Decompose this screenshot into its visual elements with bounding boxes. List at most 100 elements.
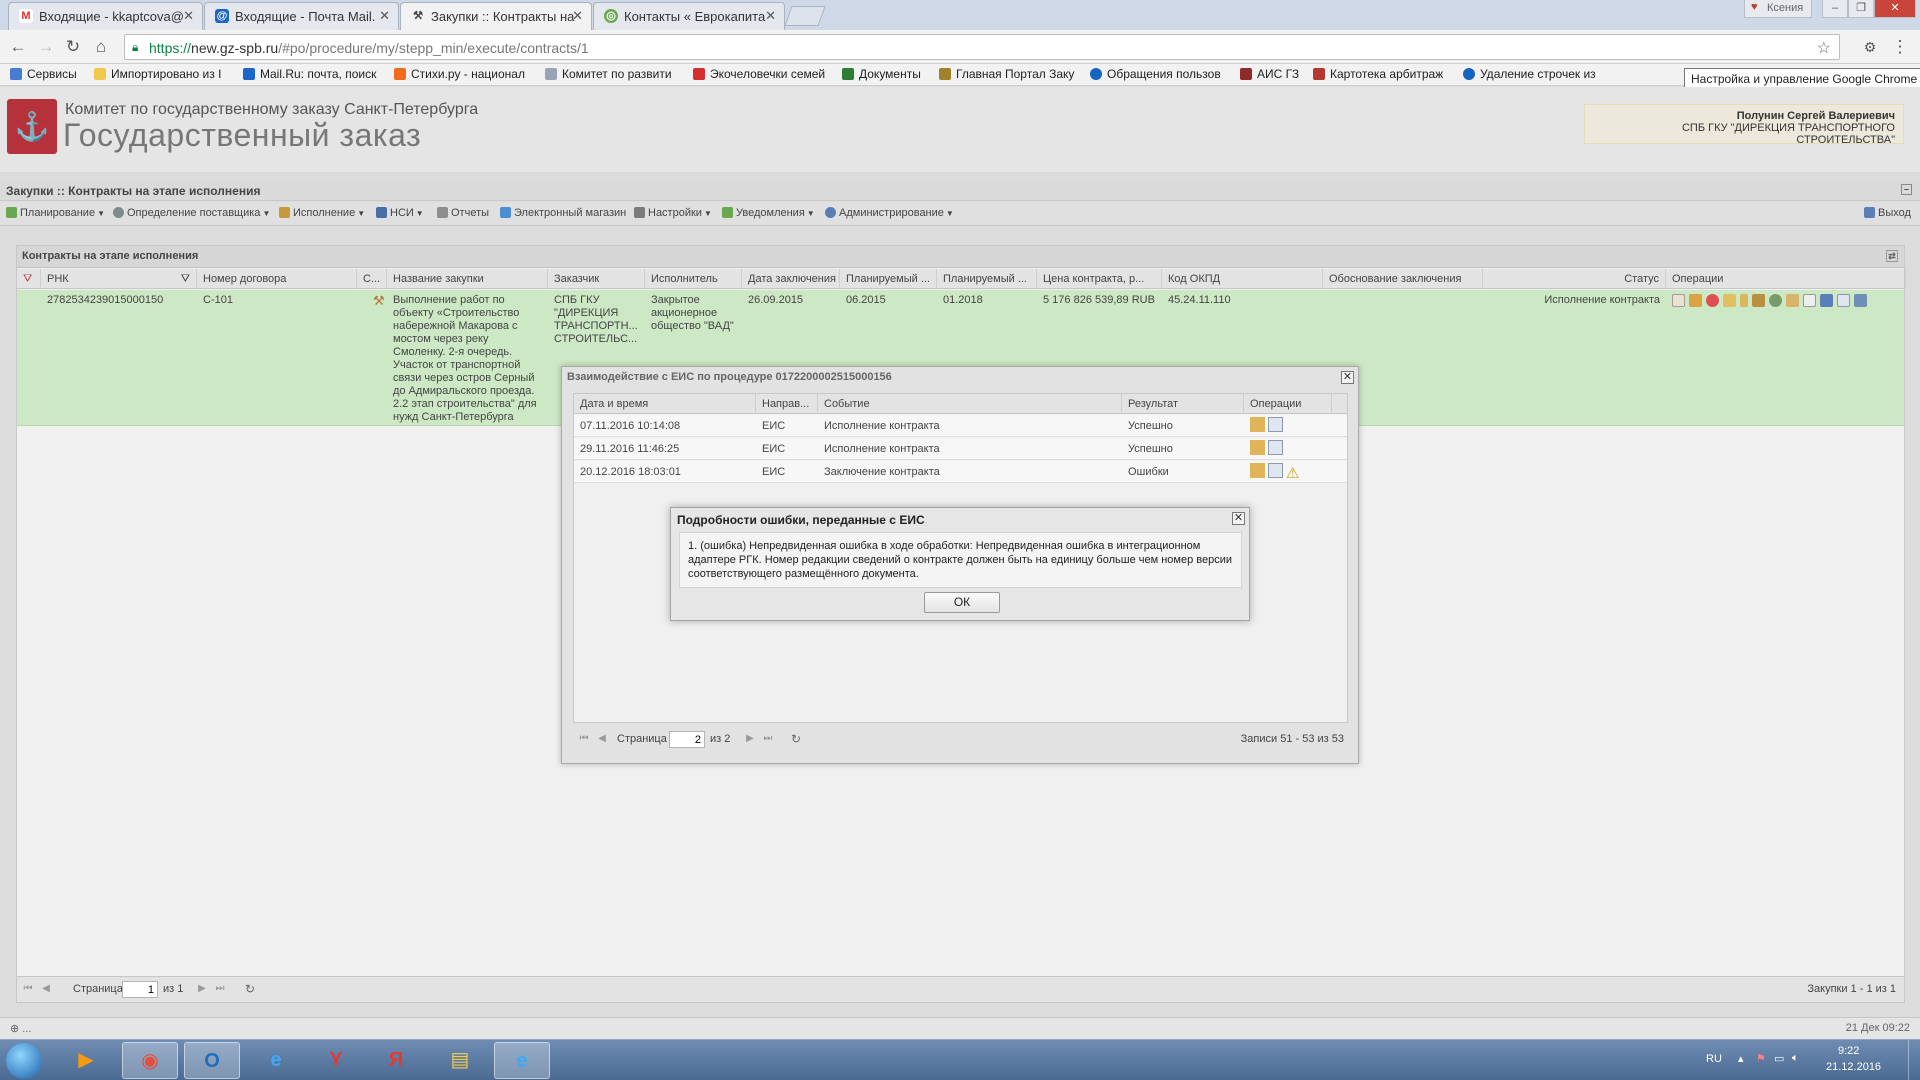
- package-icon[interactable]: [1250, 417, 1265, 432]
- page-input[interactable]: [122, 981, 158, 998]
- bookmark-arbitration[interactable]: Картотека арбитраж: [1313, 67, 1443, 81]
- menu-nsi[interactable]: НСИ ▼: [376, 207, 424, 219]
- menu-supplier[interactable]: Определение поставщика ▼: [113, 207, 270, 219]
- col-title[interactable]: Название закупки: [387, 269, 548, 289]
- package-icon[interactable]: [1250, 463, 1265, 478]
- package-icon[interactable]: [1786, 294, 1799, 307]
- address-bar[interactable]: 🔒︎ https://new.gz-spb.ru/#po/procedure/m…: [124, 34, 1840, 60]
- extension-icon[interactable]: ⚙: [1860, 37, 1880, 57]
- refresh-icon[interactable]: ↻: [243, 982, 257, 996]
- col-date-signed[interactable]: Дата заключения: [742, 269, 840, 289]
- bookmark-remove-lines[interactable]: Удаление строчек из: [1463, 67, 1596, 81]
- prev-page-icon[interactable]: ◀: [39, 982, 53, 996]
- view-document-icon[interactable]: [1268, 440, 1283, 455]
- col-status[interactable]: Статус: [1483, 269, 1666, 289]
- col-rnk[interactable]: РНК ⛛: [41, 269, 197, 289]
- close-icon[interactable]: ✕: [1341, 371, 1354, 384]
- sync-icon[interactable]: [1769, 294, 1782, 307]
- close-icon[interactable]: ✕: [183, 8, 194, 24]
- browser-tab-eurocapital[interactable]: ◎ Контакты « Еврокапита ✕: [593, 2, 785, 30]
- col-direction[interactable]: Направ...: [756, 394, 818, 414]
- col-planned-2[interactable]: Планируемый ...: [937, 269, 1037, 289]
- new-tab-button[interactable]: [784, 6, 826, 26]
- outlook-icon[interactable]: O: [184, 1042, 240, 1079]
- bookmark-documents[interactable]: Документы: [842, 67, 921, 81]
- file-icon[interactable]: [1837, 294, 1850, 307]
- warning-icon[interactable]: ⚠: [1286, 466, 1301, 481]
- close-icon[interactable]: ✕: [379, 8, 390, 24]
- back-icon[interactable]: ←: [8, 37, 28, 57]
- edit-icon[interactable]: [1689, 294, 1702, 307]
- media-player-icon[interactable]: ▶: [58, 1042, 114, 1079]
- menu-planning[interactable]: Планирование ▼: [6, 207, 105, 219]
- bookmark-stihi[interactable]: Стихи.ру - национал: [394, 67, 525, 81]
- restore-button[interactable]: ❐: [1848, 0, 1874, 18]
- minimize-button[interactable]: –: [1822, 0, 1848, 18]
- exit-button[interactable]: Выход: [1864, 207, 1911, 219]
- filter-clear-icon[interactable]: ⛛: [17, 269, 41, 289]
- filter-icon[interactable]: ⛛: [181, 273, 190, 286]
- col-basis[interactable]: Обоснование заключения: [1323, 269, 1483, 289]
- forward-icon[interactable]: →: [36, 37, 56, 57]
- col-customer[interactable]: Заказчик: [548, 269, 645, 289]
- pin-icon[interactable]: [1740, 294, 1748, 307]
- refresh-panel-icon[interactable]: ⇄: [1886, 250, 1898, 262]
- col-event[interactable]: Событие: [818, 394, 1122, 414]
- volume-icon[interactable]: 🔈︎: [1792, 1052, 1799, 1065]
- menu-settings[interactable]: Настройки ▼: [634, 207, 712, 219]
- menu-reports[interactable]: Отчеты: [437, 207, 489, 219]
- first-page-icon[interactable]: ⏮: [21, 982, 35, 996]
- yandex-icon[interactable]: Я: [368, 1042, 424, 1079]
- chrome-menu-icon[interactable]: ⋮: [1890, 37, 1910, 57]
- profile-button[interactable]: ♥ Ксения: [1744, 0, 1813, 18]
- network-icon[interactable]: ▭: [1774, 1052, 1784, 1065]
- close-icon[interactable]: ✕: [572, 8, 583, 24]
- clock-date[interactable]: 21.12.2016: [1826, 1061, 1881, 1073]
- internet-explorer-icon[interactable]: e: [248, 1042, 304, 1079]
- window-close-button[interactable]: ✕: [1874, 0, 1916, 18]
- home-icon[interactable]: ⌂: [91, 37, 111, 57]
- menu-admin[interactable]: Администрирование ▼: [825, 207, 954, 219]
- next-page-icon[interactable]: ▶: [743, 732, 757, 746]
- menu-execution[interactable]: Исполнение ▼: [279, 207, 365, 219]
- monitor-icon[interactable]: [1854, 294, 1867, 307]
- bookmark-committee[interactable]: Комитет по развити: [545, 67, 672, 81]
- refresh-icon[interactable]: ↻: [789, 732, 803, 746]
- col-price[interactable]: Цена контракта, р...: [1037, 269, 1162, 289]
- collapse-icon[interactable]: –: [1901, 184, 1912, 195]
- view-document-icon[interactable]: [1268, 417, 1283, 432]
- browser-tab-gz[interactable]: ⚒ Закупки :: Контракты на ✕: [400, 2, 592, 30]
- table-row[interactable]: 20.12.2016 18:03:01 ЕИС Заключение контр…: [574, 461, 1347, 483]
- chrome-icon[interactable]: ◉: [122, 1042, 178, 1079]
- bookmark-eco[interactable]: Экочеловечки семей: [693, 67, 825, 81]
- col-planned-1[interactable]: Планируемый ...: [840, 269, 937, 289]
- tray-arrow-icon[interactable]: ▴: [1738, 1052, 1744, 1065]
- page-input[interactable]: [669, 731, 705, 748]
- yandex-browser-icon[interactable]: Y: [308, 1042, 364, 1079]
- menu-notifications[interactable]: Уведомления ▼: [722, 207, 815, 219]
- internet-explorer-icon[interactable]: e: [494, 1042, 550, 1079]
- last-page-icon[interactable]: ⏭: [213, 982, 227, 996]
- col-operations[interactable]: Операции: [1666, 269, 1906, 289]
- close-icon[interactable]: ✕: [1232, 512, 1245, 525]
- bookmark-imported[interactable]: Импортировано из I: [94, 67, 221, 81]
- menu-eshop[interactable]: Электронный магазин: [500, 207, 626, 219]
- package-icon[interactable]: [1250, 440, 1265, 455]
- next-page-icon[interactable]: ▶: [195, 982, 209, 996]
- col-okpd[interactable]: Код ОКПД: [1162, 269, 1323, 289]
- first-page-icon[interactable]: ⏮: [577, 732, 591, 746]
- view-document-icon[interactable]: [1268, 463, 1283, 478]
- col-operations[interactable]: Операции: [1244, 394, 1332, 414]
- document-icon[interactable]: [1672, 294, 1685, 307]
- bookmark-portal[interactable]: Главная Портал Заку: [939, 67, 1074, 81]
- language-indicator[interactable]: RU: [1706, 1053, 1722, 1065]
- browser-tab-mailru[interactable]: @ Входящие - Почта Mail. ✕: [204, 2, 399, 30]
- close-icon[interactable]: ✕: [765, 8, 776, 24]
- show-desktop-button[interactable]: [1908, 1040, 1920, 1080]
- reload-icon[interactable]: ↻: [63, 37, 83, 57]
- col-executor[interactable]: Исполнитель: [645, 269, 742, 289]
- bars-icon[interactable]: [1820, 294, 1833, 307]
- col-datetime[interactable]: Дата и время: [574, 394, 756, 414]
- bookmark-star-icon[interactable]: ☆: [1817, 38, 1831, 58]
- bookmark-mailru[interactable]: Mail.Ru: почта, поиск: [243, 67, 376, 81]
